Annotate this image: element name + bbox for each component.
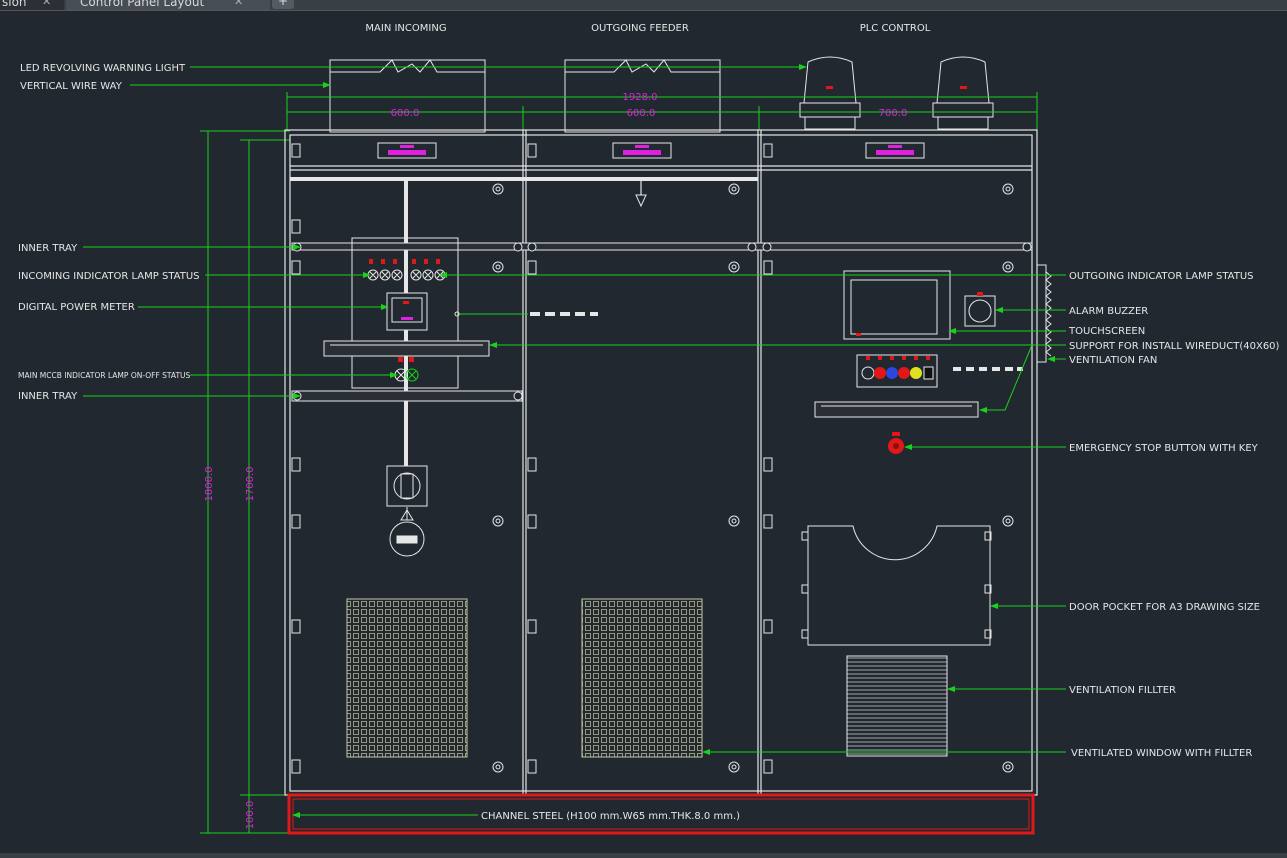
label-vertical-wire-way: VERTICAL WIRE WAY xyxy=(20,81,123,92)
dim-total-width: 1928.0 xyxy=(623,92,658,103)
alarm-buzzer xyxy=(964,292,996,327)
label-channel-steel: CHANNEL STEEL (H100 mm.W65 mm.THK.8.0 mm… xyxy=(481,811,740,822)
inner-tray-lower xyxy=(291,390,523,402)
wireduct-support-left xyxy=(323,340,490,357)
status-bar xyxy=(0,853,1287,858)
dim-height-body: 1700.0 xyxy=(245,467,256,502)
selector-buttons xyxy=(856,354,938,388)
nameplates xyxy=(377,142,925,159)
label-alarm-buzzer: ALARM BUZZER xyxy=(1069,306,1148,317)
dim-width-right: 700.0 xyxy=(879,108,908,119)
title-plc-control: PLC CONTROL xyxy=(860,23,931,34)
dim-height-base: 100.0 xyxy=(245,801,256,830)
label-touchscreen: TOUCHSCREEN xyxy=(1068,326,1145,337)
side-ventilation-fan xyxy=(1037,264,1052,363)
dim-height-total: 1800.0 xyxy=(204,467,215,502)
ventilated-window-mid xyxy=(581,598,703,758)
label-wireduct-support: SUPPORT FOR INSTALL WIREDUCT(40X60) xyxy=(1069,341,1280,352)
label-inner-tray-2: INNER TRAY xyxy=(18,391,78,402)
label-ventilation-filter: VENTILATION FILLTER xyxy=(1069,685,1176,696)
label-ventilation-fan: VENTILATION FAN xyxy=(1069,355,1157,366)
title-outgoing-feeder: OUTGOING FEEDER xyxy=(591,23,689,34)
label-outgoing-indicator-lamp: OUTGOING INDICATOR LAMP STATUS xyxy=(1069,271,1254,282)
label-door-pocket: DOOR POCKET FOR A3 DRAWING SIZE xyxy=(1069,602,1260,613)
label-ventilated-window: VENTILATED WINDOW WITH FILLTER xyxy=(1071,748,1252,759)
label-led-warning-light: LED REVOLVING WARNING LIGHT xyxy=(20,63,186,74)
led-warning-light-1 xyxy=(799,56,861,130)
led-warning-light-2 xyxy=(932,56,994,130)
dim-width-left: 600.0 xyxy=(391,108,420,119)
wireduct-support-right xyxy=(814,401,979,418)
door-pocket xyxy=(801,525,992,646)
dim-width-mid: 600.0 xyxy=(627,108,656,119)
touchscreen-hmi xyxy=(843,270,951,340)
wire-way-left xyxy=(329,59,486,133)
main-mccb-handle xyxy=(386,465,428,557)
title-main-incoming: MAIN INCOMING xyxy=(365,23,446,34)
inner-tray-upper xyxy=(291,242,1033,252)
cad-drawing[interactable]: MAIN INCOMING OUTGOING FEEDER PLC CONTRO… xyxy=(0,0,1287,858)
ventilation-filter xyxy=(846,655,948,757)
label-digital-power-meter: DIGITAL POWER METER xyxy=(18,302,135,313)
emergency-stop-button xyxy=(888,432,904,454)
ventilated-window-left xyxy=(346,598,468,758)
label-emergency-stop: EMERGENCY STOP BUTTON WITH KEY xyxy=(1069,443,1259,454)
label-mccb-indicator-lamp: MAIN MCCB INDICATOR LAMP ON-OFF STATUS xyxy=(18,371,191,380)
digital-power-meter xyxy=(386,292,428,331)
busbars xyxy=(290,177,758,466)
label-incoming-indicator-lamp: INCOMING INDICATOR LAMP STATUS xyxy=(18,271,200,282)
label-inner-tray-1: INNER TRAY xyxy=(18,243,78,254)
